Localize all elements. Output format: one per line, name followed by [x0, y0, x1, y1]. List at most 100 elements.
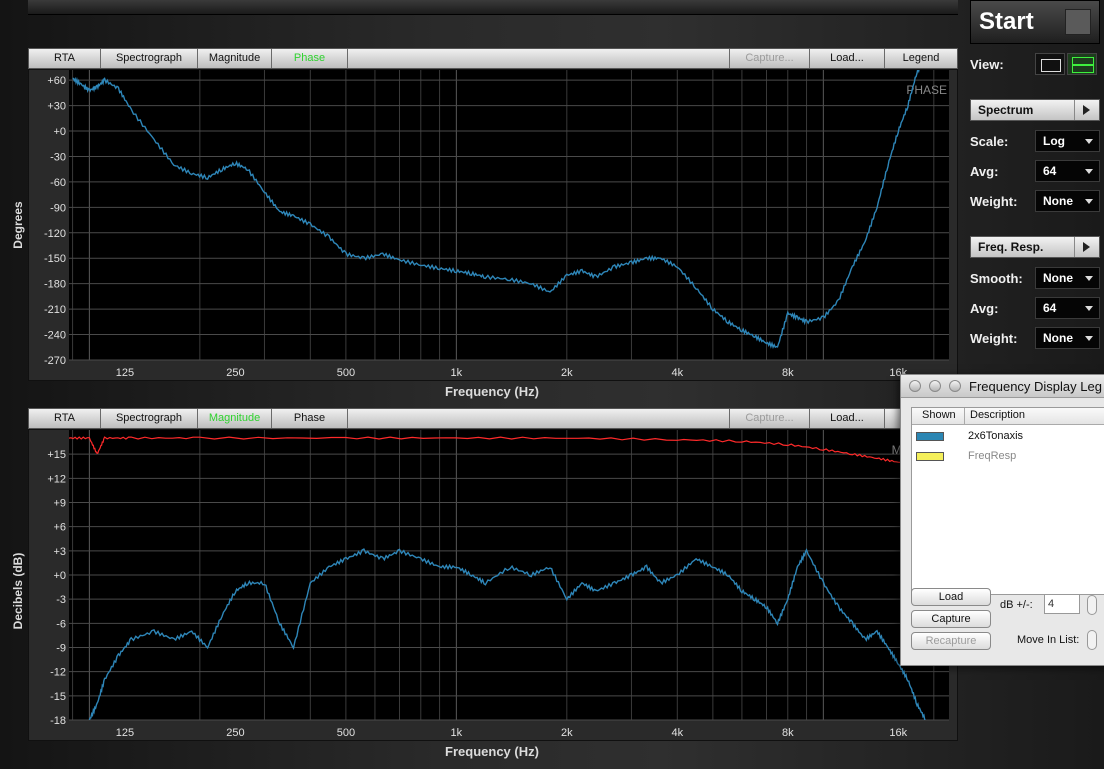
- list-item-label: 2x6Tonaxis: [968, 430, 1024, 442]
- y-tick-label: -270: [44, 355, 66, 367]
- legend-button[interactable]: Legend: [885, 49, 957, 68]
- avg-label: Avg:: [970, 164, 999, 179]
- x-tick-label: 2k: [561, 727, 573, 739]
- y-tick-label: +30: [47, 101, 66, 113]
- x-tick-label: 1k: [451, 727, 463, 739]
- magnitude-y-axis-label: Decibels (dB): [11, 552, 25, 630]
- load-button-bottom[interactable]: Load...: [810, 409, 885, 428]
- tab-magnitude-bottom[interactable]: Magnitude: [198, 409, 272, 428]
- smooth-label: Smooth:: [970, 271, 1023, 286]
- freq-resp-section-button[interactable]: Freq. Resp.: [970, 236, 1100, 258]
- avg-fr-select[interactable]: 64: [1035, 297, 1100, 319]
- series-swatch: [916, 452, 944, 461]
- close-icon[interactable]: [909, 380, 921, 392]
- zoom-icon[interactable]: [949, 380, 961, 392]
- phase-chart-panel: +60 +30 +0 -30 -60 -90 -120 -150 -180 -210 -240 -27…: [28, 69, 958, 381]
- tab-rta[interactable]: RTA: [29, 49, 101, 68]
- y-tick-label: -9: [56, 643, 66, 655]
- db-stepper[interactable]: [1087, 595, 1097, 615]
- x-tick-label: 16k: [889, 727, 907, 739]
- view-label: View:: [970, 57, 1004, 72]
- y-tick-label: +60: [47, 75, 66, 87]
- y-tick-label: -12: [50, 667, 66, 679]
- db-input[interactable]: 4: [1044, 594, 1080, 614]
- tab-spectrograph[interactable]: Spectrograph: [101, 49, 198, 68]
- phase-y-axis-label: Degrees: [11, 201, 25, 249]
- weight-label: Weight:: [970, 194, 1018, 209]
- series-swatch: [916, 432, 944, 441]
- magnitude-chart[interactable]: +15 +12 +9 +6 +3 +0 -3 -6 -9 -12 -15 -18 125 250 500 1k…: [29, 430, 957, 740]
- db-label: dB +/-:: [1000, 599, 1033, 611]
- tabbar-spacer-bottom: [348, 409, 730, 428]
- y-tick-label: -18: [50, 715, 66, 727]
- expand-arrow-icon: [1074, 100, 1099, 120]
- legend-titlebar[interactable]: Frequency Display Leg: [901, 375, 1104, 398]
- y-tick-label: +9: [53, 498, 66, 510]
- plot-background: [69, 70, 949, 360]
- spectrum-label: Spectrum: [978, 103, 1034, 117]
- start-label: Start: [979, 8, 1034, 35]
- magnitude-chart-panel: +15 +12 +9 +6 +3 +0 -3 -6 -9 -12 -15 -18 125 250 500 1k…: [28, 429, 958, 741]
- x-tick-label: 8k: [782, 727, 794, 739]
- minimize-icon[interactable]: [929, 380, 941, 392]
- y-tick-label: +0: [53, 570, 66, 582]
- legend-recapture-button[interactable]: Recapture: [911, 632, 991, 650]
- scale-select[interactable]: Log: [1035, 130, 1100, 152]
- expand-arrow-icon: [1074, 237, 1099, 257]
- weight-select[interactable]: None: [1035, 190, 1100, 212]
- capture-button[interactable]: Capture...: [730, 49, 810, 68]
- scale-label: Scale:: [970, 134, 1009, 149]
- phase-chart[interactable]: +60 +30 +0 -30 -60 -90 -120 -150 -180 -210 -240 -27…: [29, 70, 957, 380]
- legend-window: Frequency Display Leg Shown Description …: [900, 374, 1104, 666]
- y-tick-label: +3: [53, 546, 66, 558]
- tab-phase[interactable]: Phase: [272, 49, 348, 68]
- single-view-icon[interactable]: [1035, 53, 1065, 75]
- freq-resp-label: Freq. Resp.: [978, 240, 1044, 254]
- x-tick-label: 500: [337, 367, 355, 379]
- start-button[interactable]: Start: [970, 0, 1100, 44]
- capture-button-bottom[interactable]: Capture...: [730, 409, 810, 428]
- y-tick-label: +15: [47, 449, 66, 461]
- spectrum-section-button[interactable]: Spectrum: [970, 99, 1100, 121]
- y-tick-label: -180: [44, 279, 66, 291]
- y-tick-label: +0: [53, 126, 66, 138]
- x-tick-label: 1k: [451, 367, 463, 379]
- col-shown[interactable]: Shown: [922, 409, 956, 421]
- list-item[interactable]: FreqResp: [912, 447, 1104, 467]
- y-tick-label: +6: [53, 522, 66, 534]
- y-tick-label: -90: [50, 202, 66, 214]
- x-tick-label: 4k: [671, 727, 683, 739]
- x-tick-label: 2k: [561, 367, 573, 379]
- legend-capture-button[interactable]: Capture: [911, 610, 991, 628]
- y-tick-label: -60: [50, 177, 66, 189]
- record-indicator-icon: [1065, 9, 1091, 35]
- magnitude-x-axis-label: Frequency (Hz): [445, 744, 539, 759]
- col-description[interactable]: Description: [970, 409, 1025, 421]
- list-item[interactable]: 2x6Tonaxis: [912, 427, 1104, 447]
- y-tick-label: -30: [50, 151, 66, 163]
- tab-phase-bottom[interactable]: Phase: [272, 409, 348, 428]
- legend-list[interactable]: Shown Description 2x6Tonaxis FreqResp: [911, 407, 1104, 595]
- avg-fr-label: Avg:: [970, 301, 999, 316]
- split-view-icon[interactable]: [1067, 53, 1097, 75]
- move-stepper[interactable]: [1087, 630, 1097, 650]
- y-tick-label: -240: [44, 330, 66, 342]
- weight-fr-label: Weight:: [970, 331, 1018, 346]
- magnitude-view-tabbar: RTA Spectrograph Magnitude Phase Capture…: [28, 408, 958, 429]
- phase-x-axis-label: Frequency (Hz): [445, 384, 539, 399]
- tab-spectrograph-bottom[interactable]: Spectrograph: [101, 409, 198, 428]
- x-tick-label: 125: [116, 727, 134, 739]
- smooth-select[interactable]: None: [1035, 267, 1100, 289]
- tab-rta-bottom[interactable]: RTA: [29, 409, 101, 428]
- x-tick-label: 250: [226, 727, 244, 739]
- x-tick-label: 4k: [671, 367, 683, 379]
- legend-load-button[interactable]: Load: [911, 588, 991, 606]
- avg-select[interactable]: 64: [1035, 160, 1100, 182]
- weight-fr-select[interactable]: None: [1035, 327, 1100, 349]
- x-tick-label: 125: [116, 367, 134, 379]
- col-divider: [964, 408, 965, 424]
- load-button[interactable]: Load...: [810, 49, 885, 68]
- tab-magnitude[interactable]: Magnitude: [198, 49, 272, 68]
- y-tick-label: +12: [47, 473, 66, 485]
- list-item-label: FreqResp: [968, 450, 1017, 462]
